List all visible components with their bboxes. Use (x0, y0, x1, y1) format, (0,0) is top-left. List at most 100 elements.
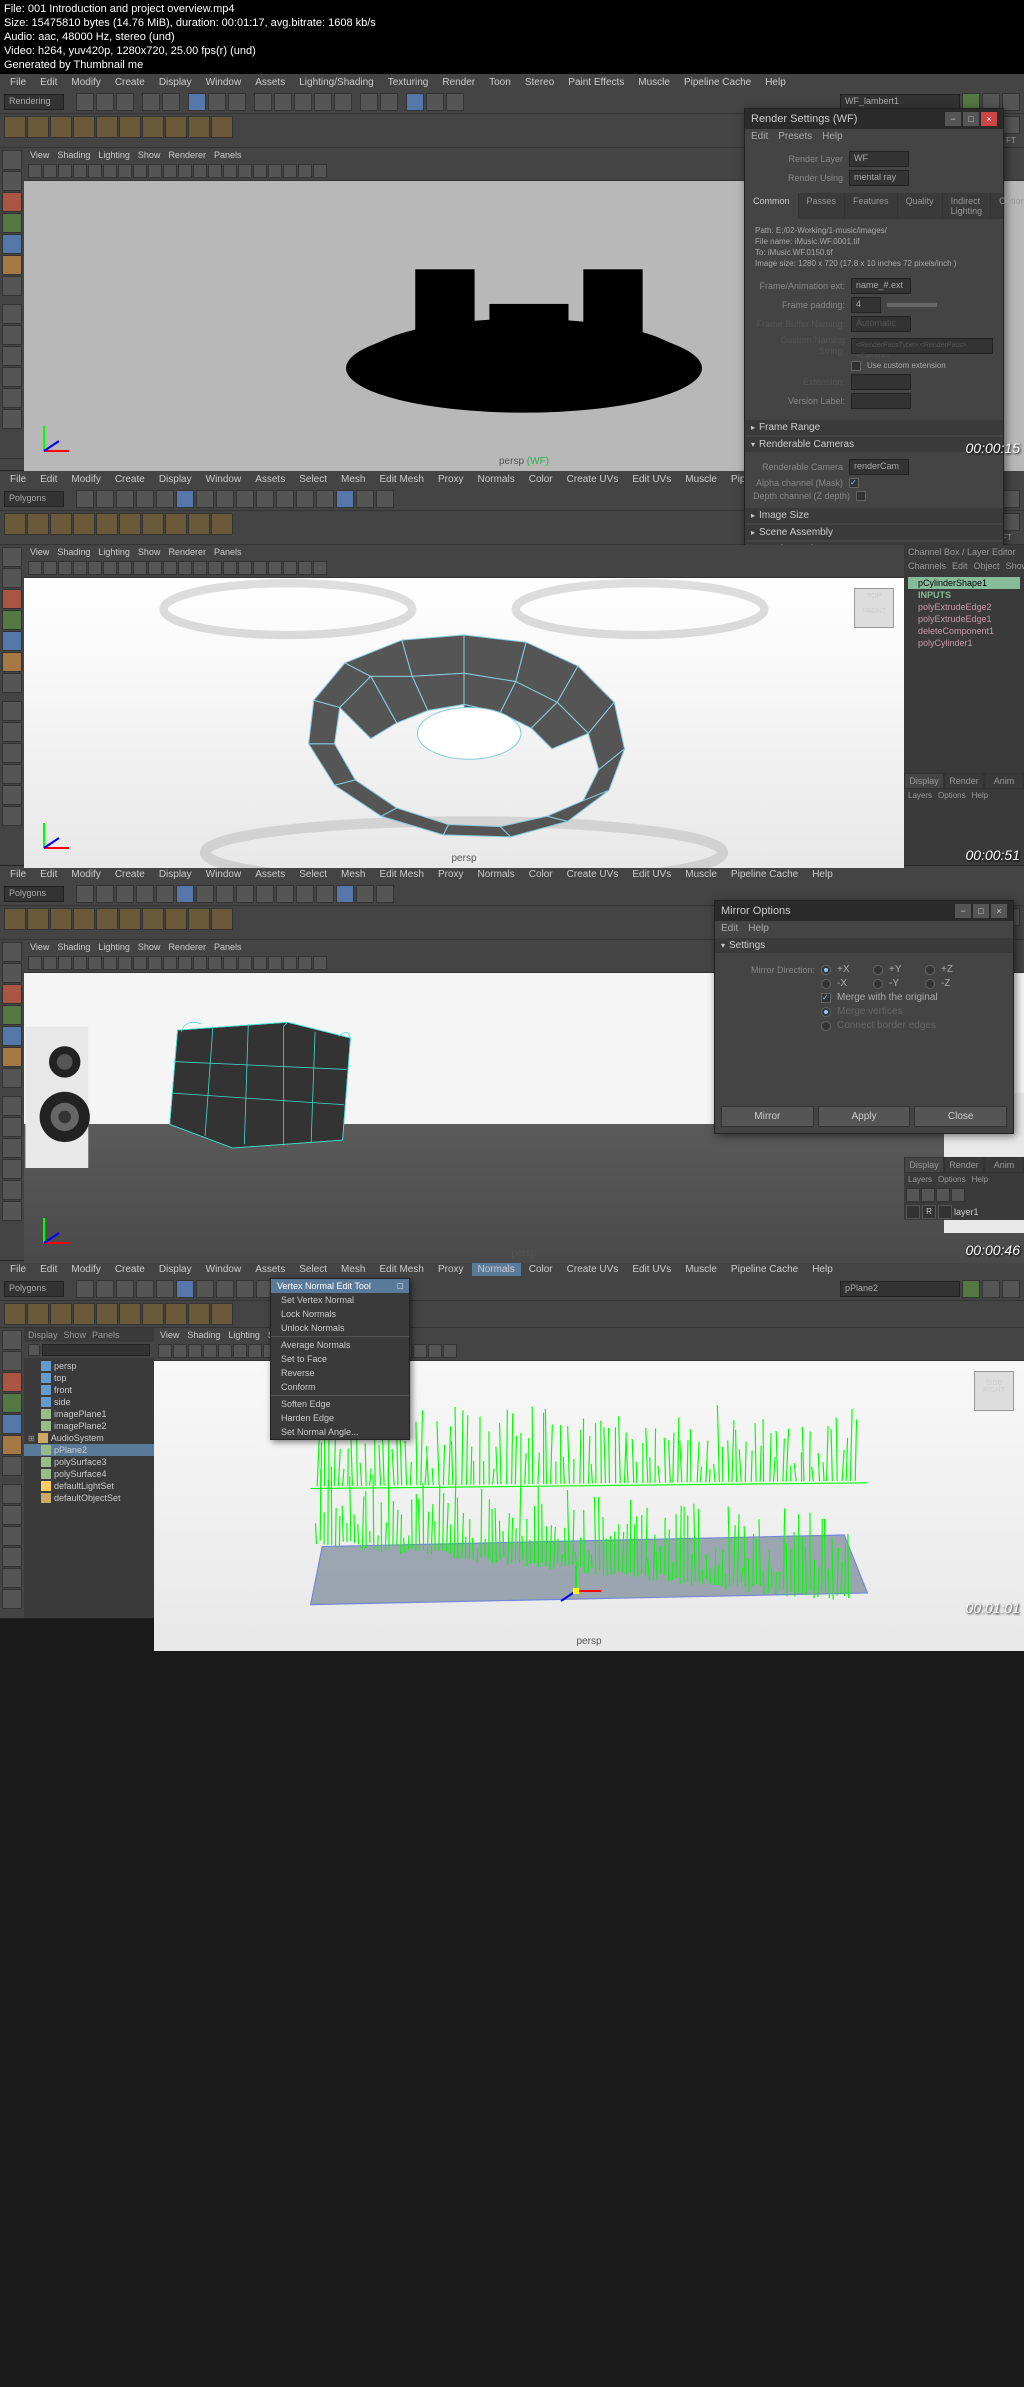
menu-color[interactable]: Color (523, 473, 559, 486)
shelf-item[interactable] (4, 513, 26, 535)
section-renderable-cameras[interactable]: Renderable Cameras (745, 437, 1003, 452)
menu-window[interactable]: Window (200, 868, 248, 881)
vp-menu-shading[interactable]: Shading (57, 547, 90, 557)
menu-select[interactable]: Select (293, 473, 333, 486)
module-dropdown[interactable]: Polygons (4, 491, 64, 507)
vp-menu-renderer[interactable]: Renderer (168, 547, 206, 557)
layer-btn[interactable] (951, 1188, 965, 1202)
menu-editmesh[interactable]: Edit Mesh (373, 868, 429, 881)
toolbar-btn[interactable] (336, 490, 354, 508)
menu-modify[interactable]: Modify (65, 868, 106, 881)
menu-set-normal-angle[interactable]: Set Normal Angle... (271, 1425, 409, 1439)
menu-window[interactable]: Window (200, 1263, 248, 1276)
layout-four-icon[interactable] (2, 325, 22, 345)
menu-createuvs[interactable]: Create UVs (561, 1263, 625, 1276)
toolbar-btn[interactable] (96, 1280, 114, 1298)
shelf-item[interactable] (73, 116, 95, 138)
close-button[interactable]: Close (914, 1106, 1007, 1127)
vp-menu-panels[interactable]: Panels (214, 547, 242, 557)
toolbar-btn[interactable] (216, 490, 234, 508)
soft-select-icon[interactable] (2, 1456, 22, 1476)
section-frame-range[interactable]: Frame Range (745, 420, 1003, 435)
shelf-item[interactable] (4, 116, 26, 138)
options-subtab[interactable]: Options (938, 1175, 966, 1184)
construction-icon[interactable] (380, 93, 398, 111)
manipulator-icon[interactable] (2, 255, 22, 275)
snap-curve-icon[interactable] (274, 93, 292, 111)
vp-tool[interactable] (413, 1344, 427, 1358)
vp-tool[interactable] (208, 956, 222, 970)
toolbar-btn[interactable] (236, 1280, 254, 1298)
module-dropdown[interactable]: Polygons (4, 1281, 64, 1297)
vp-tool[interactable] (148, 164, 162, 178)
merge-vertices-radio[interactable] (821, 1007, 831, 1017)
snap-plane-icon[interactable] (314, 93, 332, 111)
module-dropdown[interactable]: Rendering (4, 94, 64, 110)
vp-tool[interactable] (268, 561, 282, 575)
input-item[interactable]: polyExtrudeEdge1 (908, 613, 1020, 625)
vp-tool[interactable] (233, 1344, 247, 1358)
shelf-item[interactable] (96, 116, 118, 138)
view-cube[interactable]: TOP FRONT (854, 588, 894, 628)
layer-row[interactable]: R layer1 (904, 1204, 1024, 1220)
toolbar-btn[interactable] (156, 885, 174, 903)
menu-select[interactable]: Select (293, 1263, 333, 1276)
ft-btn[interactable] (1002, 513, 1020, 531)
menu-help[interactable]: Help (759, 76, 792, 89)
settings-section[interactable]: Settings (715, 938, 1013, 953)
rs-menu-edit[interactable]: Edit (751, 131, 768, 142)
toolbar-btn[interactable] (76, 885, 94, 903)
sidebar-toggle[interactable] (982, 1280, 1000, 1298)
shelf-item[interactable] (96, 513, 118, 535)
shelf-item[interactable] (119, 513, 141, 535)
vp-tool[interactable] (28, 561, 42, 575)
menu-modify[interactable]: Modify (65, 76, 106, 89)
vp-tool[interactable] (298, 164, 312, 178)
menu-edit[interactable]: Edit (34, 473, 63, 486)
layout-icon[interactable] (2, 764, 22, 784)
vp-tool[interactable] (283, 956, 297, 970)
anim-tab[interactable]: Anim (984, 773, 1024, 789)
cb-tab-edit[interactable]: Edit (952, 561, 968, 571)
outliner-item-imagePlane2[interactable]: imagePlane2 (24, 1420, 154, 1432)
layout-icon[interactable] (2, 806, 22, 826)
cb-tab-show[interactable]: Show (1006, 561, 1024, 571)
vp-menu-view[interactable]: View (30, 150, 49, 160)
vp-tool[interactable] (103, 164, 117, 178)
scale-tool-icon[interactable] (2, 1414, 22, 1434)
frame-padding-input[interactable]: 4 (851, 297, 881, 313)
layout-icon[interactable] (2, 1138, 22, 1158)
custom-naming-input[interactable]: <RenderPassType>:<RenderPass>.<Camera> (851, 338, 993, 354)
input-item[interactable]: deleteComponent1 (908, 625, 1020, 637)
help-subtab[interactable]: Help (972, 791, 988, 800)
layout-icon[interactable] (2, 1159, 22, 1179)
menu-display[interactable]: Display (153, 868, 198, 881)
vp-menu-panels[interactable]: Panels (214, 942, 242, 952)
frame-anim-dropdown[interactable]: name_#.ext (851, 278, 911, 294)
select-tool-icon[interactable] (2, 1330, 22, 1350)
shelf-item[interactable] (188, 1303, 210, 1325)
render-using-dropdown[interactable]: mental ray (849, 170, 909, 186)
vp-tool[interactable] (103, 561, 117, 575)
toolbar-btn[interactable] (136, 490, 154, 508)
render-tab[interactable]: Render (944, 773, 984, 789)
layout-icon[interactable] (2, 1484, 22, 1504)
move-tool-icon[interactable] (2, 589, 22, 609)
menu-color[interactable]: Color (523, 868, 559, 881)
menu-file[interactable]: File (4, 76, 32, 89)
scale-tool-icon[interactable] (2, 631, 22, 651)
vp-tool[interactable] (148, 956, 162, 970)
lasso-icon[interactable] (208, 93, 226, 111)
merge-original-checkbox[interactable] (821, 993, 831, 1003)
vp-tool[interactable] (43, 561, 57, 575)
shelf-item[interactable] (50, 513, 72, 535)
rotate-tool-icon[interactable] (2, 213, 22, 233)
radio-minus-z[interactable] (925, 979, 935, 989)
shelf-item[interactable] (27, 116, 49, 138)
select-tool-icon[interactable] (2, 150, 22, 170)
vp-tool[interactable] (118, 561, 132, 575)
toolbar-btn[interactable] (196, 885, 214, 903)
rotate-tool-icon[interactable] (2, 610, 22, 630)
vp-tool[interactable] (118, 956, 132, 970)
new-scene-icon[interactable] (76, 93, 94, 111)
